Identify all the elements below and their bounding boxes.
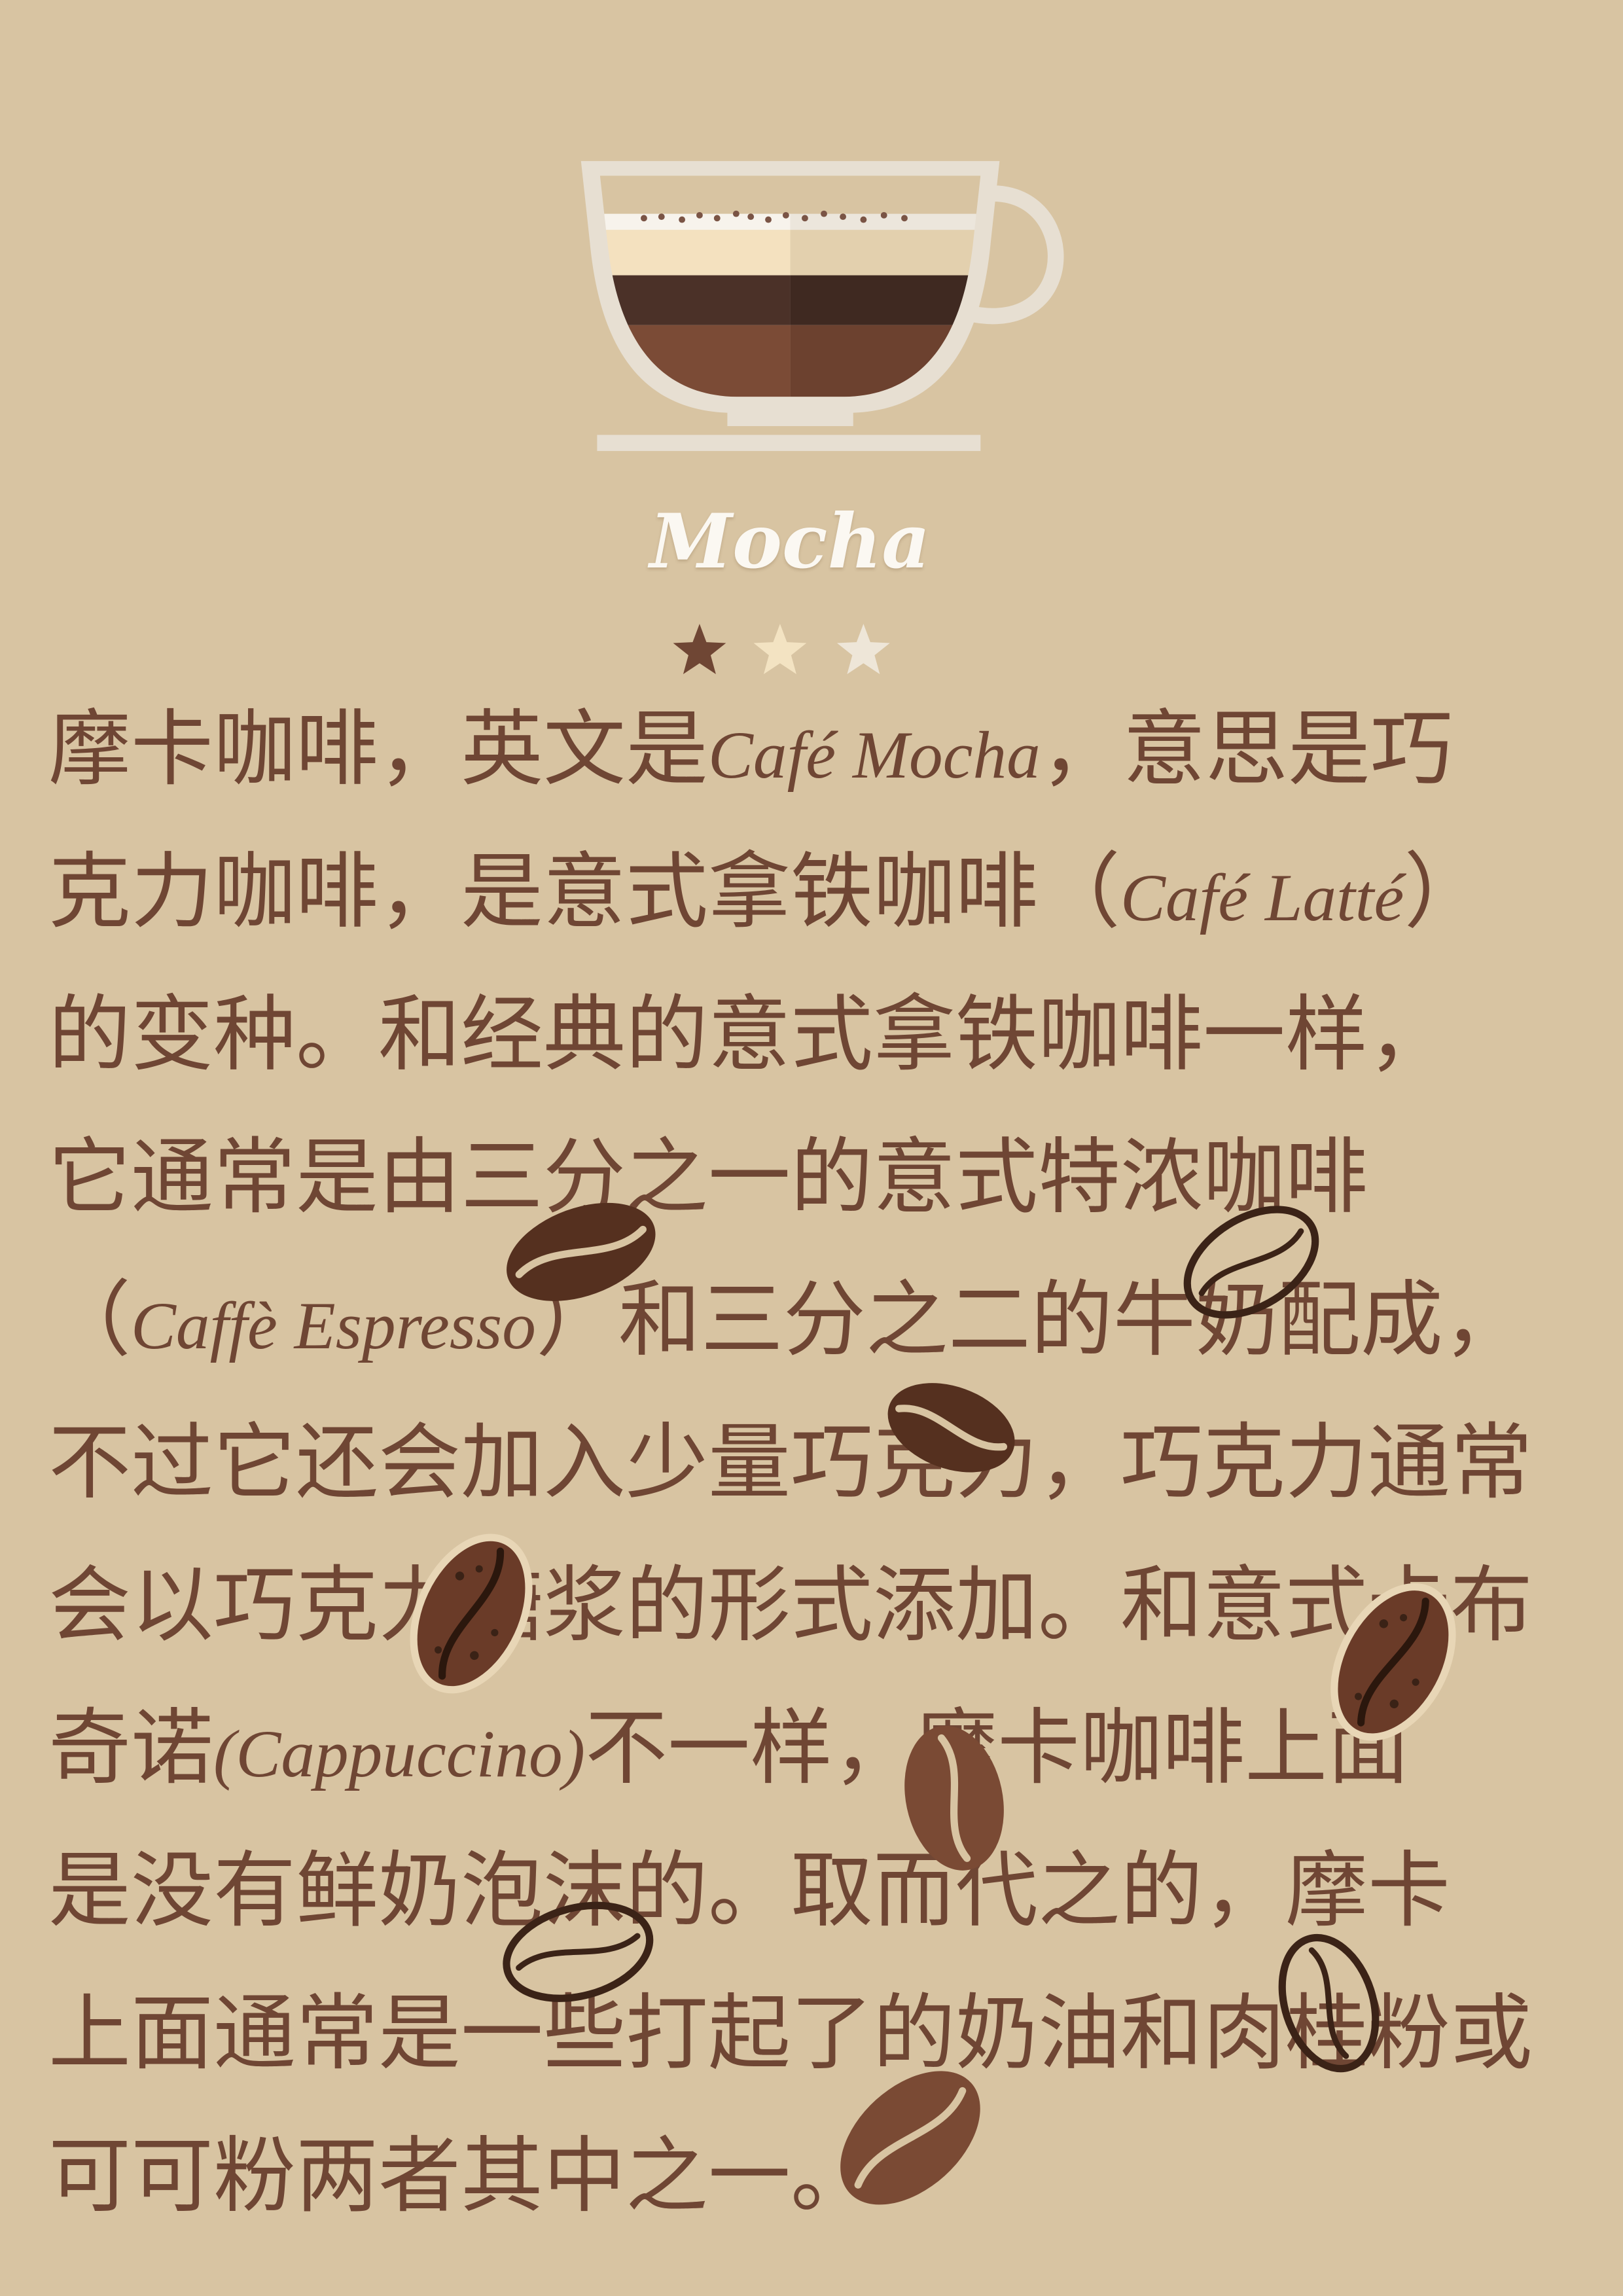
saucer	[597, 435, 981, 452]
cup-body	[580, 161, 1000, 413]
paragraph-line: 奇诺(Cappuccino)不一样，摩卡咖啡上面	[48, 1702, 1410, 1794]
cup-handle	[961, 185, 1064, 325]
rating-stars	[673, 624, 890, 674]
paragraph-line: 不过它还会加入少量巧克力，巧克力通常	[48, 1416, 1533, 1509]
page-title: Mocha	[649, 497, 931, 585]
coffee-cup-icon	[580, 161, 1064, 452]
star-icon	[753, 624, 807, 674]
star-icon	[836, 624, 890, 674]
latin-term: Café Latté	[1120, 861, 1404, 935]
paragraph-line: 克力咖啡，是意式拿铁咖啡（Café Latté）	[48, 846, 1487, 938]
paragraph-line: 会以巧克力糖浆的形式添加。和意式卡布	[48, 1559, 1533, 1651]
latin-term: (Cappuccino)	[213, 1717, 586, 1791]
latin-term: Café Mocha	[708, 718, 1041, 793]
paragraph-line: 的变种。和经典的意式拿铁咖啡一样，	[48, 988, 1450, 1081]
paragraph-line: 摩卡咖啡，英文是Café Mocha，意思是巧	[48, 703, 1453, 795]
star-icon	[673, 624, 726, 674]
paragraph-line: 可可粉两者其中之一。	[48, 2130, 873, 2222]
paragraph-line: 是没有鲜奶泡沫的。取而代之的，摩卡	[48, 1844, 1450, 1937]
description-paragraph: 摩卡咖啡，英文是Café Mocha，意思是巧 克力咖啡，是意式拿铁咖啡（Caf…	[48, 678, 1580, 2248]
paragraph-line: 它通常是由三分之一的意式特浓咖啡	[48, 1131, 1368, 1223]
paragraph-line: （Caffè Espresso）和三分之二的牛奶配成，	[48, 1274, 1525, 1366]
cup-foot	[727, 411, 853, 427]
paragraph-line: 上面通常是一些打起了的奶油和肉桂粉或	[48, 1987, 1533, 2079]
coffee-layers	[599, 175, 981, 397]
cocoa-sprinkles	[641, 210, 908, 223]
latin-term: Caffè Espresso	[131, 1289, 536, 1363]
